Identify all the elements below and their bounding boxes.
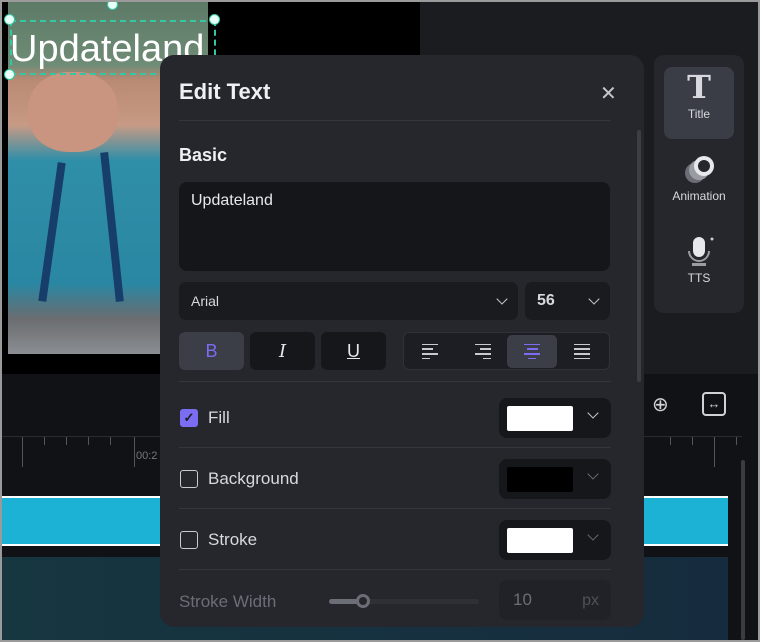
resize-handle[interactable]	[4, 14, 15, 25]
side-panel: T Title Animation TTS	[654, 55, 744, 313]
stroke-label: Stroke	[208, 530, 258, 549]
background-color-swatch	[507, 467, 573, 492]
side-item-animation[interactable]: Animation	[664, 149, 734, 221]
chevron-down-icon	[587, 407, 599, 419]
fill-color-swatch	[507, 406, 573, 431]
fill-color-picker[interactable]	[499, 398, 611, 438]
stroke-width-unit: px	[582, 592, 599, 609]
fill-checkbox[interactable]: ✓	[180, 409, 198, 427]
resize-handle[interactable]	[209, 14, 220, 25]
stroke-color-picker[interactable]	[499, 520, 611, 560]
divider	[179, 447, 611, 448]
stroke-width-input[interactable]: 10 px	[499, 580, 611, 620]
background-color-picker[interactable]	[499, 459, 611, 499]
text-content-input[interactable]	[179, 182, 610, 271]
timeline-scrollbar[interactable]	[741, 460, 745, 640]
video-frame-detail	[100, 151, 124, 303]
side-item-label: TTS	[687, 271, 711, 285]
stroke-width-label: Stroke Width	[179, 592, 277, 611]
align-left-icon[interactable]	[406, 335, 456, 368]
stroke-width-value: 10	[513, 590, 532, 609]
underline-button[interactable]: U	[321, 332, 386, 370]
stroke-color-swatch	[507, 528, 573, 553]
divider	[179, 381, 611, 382]
side-item-title[interactable]: T Title	[664, 67, 734, 139]
divider	[179, 569, 611, 570]
fill-label: Fill	[208, 408, 230, 427]
stroke-width-slider[interactable]	[329, 594, 479, 608]
title-t-icon: T	[687, 68, 711, 106]
font-size-select[interactable]: 56	[525, 282, 610, 320]
section-heading-basic: Basic	[179, 145, 228, 165]
animation-circles-icon	[664, 149, 734, 189]
dialog-title: Edit Text	[179, 79, 271, 104]
chevron-down-icon	[496, 293, 508, 305]
italic-button[interactable]: I	[250, 332, 315, 370]
resize-handle[interactable]	[4, 69, 15, 80]
dialog-scrollbar[interactable]	[637, 130, 641, 382]
font-family-select[interactable]: Arial	[179, 282, 518, 320]
zoom-in-icon[interactable]: ⊕	[652, 392, 669, 417]
background-checkbox[interactable]	[180, 470, 198, 488]
ruler-time-label: 00:2	[136, 450, 158, 462]
side-item-label: Title	[687, 107, 711, 121]
chevron-down-icon	[587, 529, 599, 541]
background-label: Background	[208, 469, 299, 488]
font-family-value: Arial	[191, 293, 220, 309]
video-editor: Updateland ⊕ ↔ 00:2 T Title Animation TT…	[2, 2, 758, 640]
microphone-icon	[664, 231, 734, 271]
side-item-label: Animation	[672, 189, 726, 203]
divider	[179, 120, 611, 121]
side-item-tts[interactable]: TTS	[664, 231, 734, 303]
divider	[179, 508, 611, 509]
chevron-down-icon	[587, 468, 599, 480]
close-icon[interactable]: ✕	[600, 81, 617, 106]
fit-timeline-icon[interactable]: ↔	[702, 392, 726, 416]
slider-knob[interactable]	[356, 594, 370, 608]
font-size-value: 56	[537, 292, 555, 309]
stroke-checkbox[interactable]	[180, 531, 198, 549]
video-frame-face	[28, 72, 118, 152]
bold-button[interactable]: B	[179, 332, 244, 370]
align-justify-icon[interactable]	[557, 335, 607, 368]
align-center-icon[interactable]	[507, 335, 557, 368]
align-right-icon[interactable]	[457, 335, 507, 368]
slider-fill	[329, 599, 359, 604]
video-frame-detail	[38, 162, 66, 302]
edit-text-dialog: Edit Text ✕ Basic Arial 56 B I U ✓ Fill …	[160, 55, 644, 627]
chevron-down-icon	[588, 293, 600, 305]
alignment-group	[403, 332, 610, 370]
